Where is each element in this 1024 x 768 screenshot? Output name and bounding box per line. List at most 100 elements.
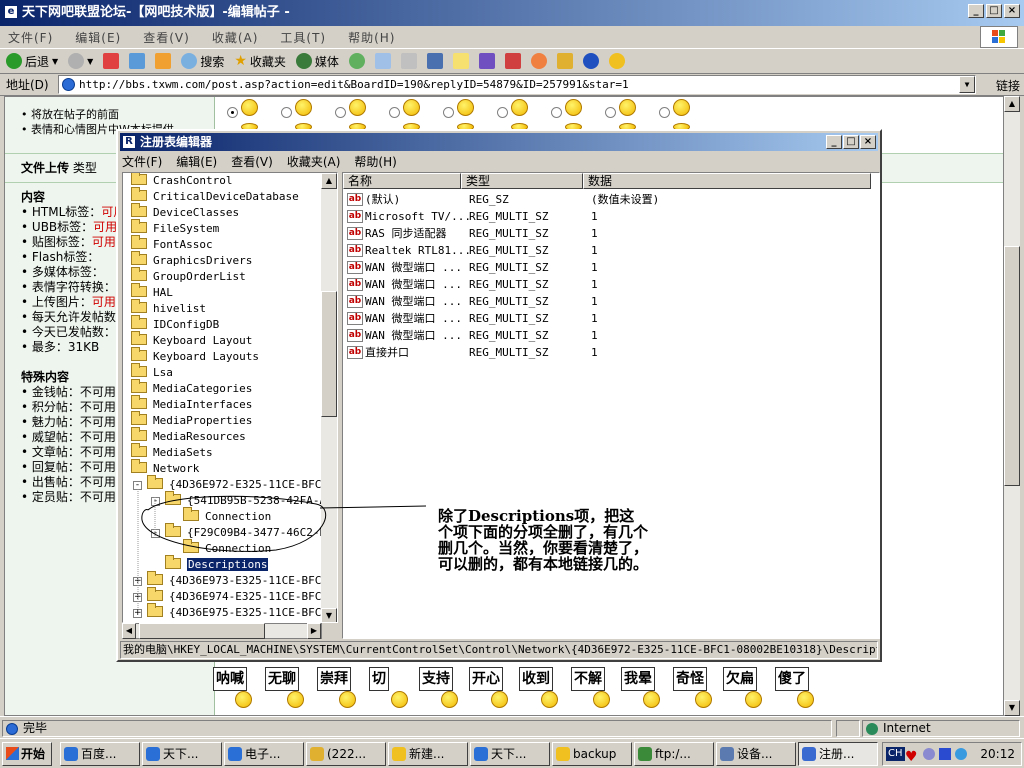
scroll-up-button[interactable]: ▲ (1004, 96, 1020, 112)
tree-scroll-down[interactable]: ▼ (321, 608, 337, 622)
regedit-menu-favorites[interactable]: 收藏夹(A) (287, 153, 341, 171)
column-name-header[interactable]: 名称 (343, 173, 461, 189)
tool-icon[interactable] (504, 53, 521, 69)
menu-file[interactable]: 文件(F) (8, 29, 53, 46)
mood-radio[interactable] (605, 107, 616, 118)
regedit-menu-view[interactable]: 查看(V) (231, 153, 273, 171)
mood-radio[interactable] (335, 107, 346, 118)
menu-favorites[interactable]: 收藏(A) (212, 29, 259, 46)
tree-scroll-left[interactable]: ◀ (122, 623, 136, 639)
tree-hscrollbar[interactable]: ◀ ▶ (122, 623, 322, 639)
game-icon[interactable] (530, 53, 547, 69)
tray-icon-2[interactable] (923, 748, 935, 760)
taskbar-button[interactable]: 天下... (142, 742, 222, 766)
favorites-button[interactable]: ★ 收藏夹 (234, 53, 286, 70)
print-icon[interactable] (400, 53, 417, 69)
taskbar-button[interactable]: 天下... (470, 742, 550, 766)
media-button[interactable]: 媒体 (295, 53, 339, 70)
tree-hscroll-thumb[interactable] (139, 623, 265, 639)
start-button[interactable]: 开始 (2, 742, 52, 766)
tray-icon-3[interactable] (939, 748, 951, 760)
search-button[interactable]: 搜索 (181, 53, 224, 70)
history-icon[interactable] (348, 53, 365, 69)
regedit-maximize-button[interactable]: □ (843, 135, 859, 149)
links-button[interactable]: 链接 (996, 77, 1020, 94)
mail-icon[interactable] (374, 53, 391, 69)
column-type-header[interactable]: 类型 (461, 173, 583, 189)
emoticon-button[interactable]: 收到 (519, 667, 553, 691)
regedit-menu-edit[interactable]: 编辑(E) (176, 153, 217, 171)
column-data-header[interactable]: 数据 (583, 173, 871, 189)
qq-icon[interactable] (582, 53, 599, 69)
refresh-icon[interactable] (129, 53, 146, 69)
regedit-minimize-button[interactable]: _ (826, 135, 842, 149)
emoticon-button[interactable]: 开心 (469, 667, 503, 691)
scroll-down-button[interactable]: ▼ (1004, 700, 1020, 716)
maximize-button[interactable]: □ (986, 4, 1002, 18)
emoticon-button[interactable]: 傻了 (775, 667, 809, 691)
registry-value-row[interactable]: ab WAN 微型端口 ... REG_MULTI_SZ 1 (343, 276, 873, 293)
emoticon-button[interactable]: 无聊 (265, 667, 299, 691)
registry-value-row[interactable]: ab WAN 微型端口 ... REG_MULTI_SZ 1 (343, 327, 873, 344)
registry-value-row[interactable]: ab 直接并口 REG_MULTI_SZ 1 (343, 344, 873, 361)
back-button[interactable]: 后退 ▼ (6, 53, 58, 70)
mood-radio[interactable] (659, 107, 670, 118)
home-icon[interactable] (155, 53, 172, 69)
registry-value-row[interactable]: ab (默认) REG_SZ (数值未设置) (343, 191, 873, 208)
edit-icon[interactable] (426, 53, 443, 69)
emoticon-button[interactable]: 崇拜 (317, 667, 351, 691)
emoticon-button[interactable]: 支持 (419, 667, 453, 691)
menu-view[interactable]: 查看(V) (143, 29, 190, 46)
emoticon-button[interactable]: 我晕 (621, 667, 655, 691)
smiley-icon[interactable] (608, 53, 625, 69)
emoticon-button[interactable]: 不解 (571, 667, 605, 691)
tree-scroll-right[interactable]: ▶ (307, 623, 321, 639)
regedit-menu-file[interactable]: 文件(F) (122, 153, 162, 171)
registry-value-row[interactable]: ab WAN 微型端口 ... REG_MULTI_SZ 1 (343, 259, 873, 276)
stop-icon[interactable] (103, 53, 120, 69)
taskbar-button[interactable]: 注册... (798, 742, 878, 766)
taskbar-button[interactable]: 百度... (60, 742, 140, 766)
address-input[interactable]: http://bbs.txwm.com/post.asp?action=edit… (58, 75, 976, 94)
tree-scroll-up[interactable]: ▲ (321, 173, 337, 189)
taskbar-button[interactable]: (222... (306, 742, 386, 766)
mood-radio[interactable] (281, 107, 292, 118)
shield-icon[interactable] (478, 53, 495, 69)
close-button[interactable]: × (1004, 4, 1020, 18)
scroll-thumb[interactable] (1004, 246, 1020, 486)
emoticon-button[interactable]: 奇怪 (673, 667, 707, 691)
mood-radio[interactable] (389, 107, 400, 118)
ime-indicator[interactable]: CH (886, 747, 905, 761)
bag-icon[interactable] (556, 53, 573, 69)
minimize-button[interactable]: _ (968, 4, 984, 18)
mood-radio[interactable] (497, 107, 508, 118)
tray-icon-4[interactable] (955, 748, 967, 760)
mood-radio[interactable] (227, 107, 238, 118)
taskbar-button[interactable]: 电子... (224, 742, 304, 766)
mood-radio[interactable] (443, 107, 454, 118)
page-scrollbar[interactable]: ▲ ▼ (1004, 96, 1020, 716)
tree-scroll-thumb[interactable] (321, 291, 337, 417)
forward-button[interactable]: ▼ (68, 53, 93, 69)
regedit-close-button[interactable]: × (860, 135, 876, 149)
note-icon[interactable] (452, 53, 469, 69)
heart-icon[interactable]: ♥ (905, 746, 918, 768)
taskbar-button[interactable]: backup (552, 742, 632, 766)
registry-value-row[interactable]: ab Microsoft TV/... REG_MULTI_SZ 1 (343, 208, 873, 225)
registry-value-row[interactable]: ab RAS 同步适配器 REG_MULTI_SZ 1 (343, 225, 873, 242)
menu-tools[interactable]: 工具(T) (280, 29, 326, 46)
menu-edit[interactable]: 编辑(E) (75, 29, 121, 46)
registry-value-row[interactable]: ab Realtek RTL81... REG_MULTI_SZ 1 (343, 242, 873, 259)
registry-value-row[interactable]: ab WAN 微型端口 ... REG_MULTI_SZ 1 (343, 310, 873, 327)
taskbar-button[interactable]: 新建... (388, 742, 468, 766)
emoticon-button[interactable]: 切 (369, 667, 389, 691)
taskbar-button[interactable]: 设备... (716, 742, 796, 766)
menu-help[interactable]: 帮助(H) (348, 29, 395, 46)
address-dropdown-button[interactable]: ▼ (959, 76, 975, 93)
regedit-menu-help[interactable]: 帮助(H) (354, 153, 396, 171)
taskbar-button[interactable]: ftp:/... (634, 742, 714, 766)
emoticon-button[interactable]: 欠扁 (723, 667, 757, 691)
emoticon-button[interactable]: 呐喊 (213, 667, 247, 691)
mood-radio[interactable] (551, 107, 562, 118)
registry-value-row[interactable]: ab WAN 微型端口 ... REG_MULTI_SZ 1 (343, 293, 873, 310)
